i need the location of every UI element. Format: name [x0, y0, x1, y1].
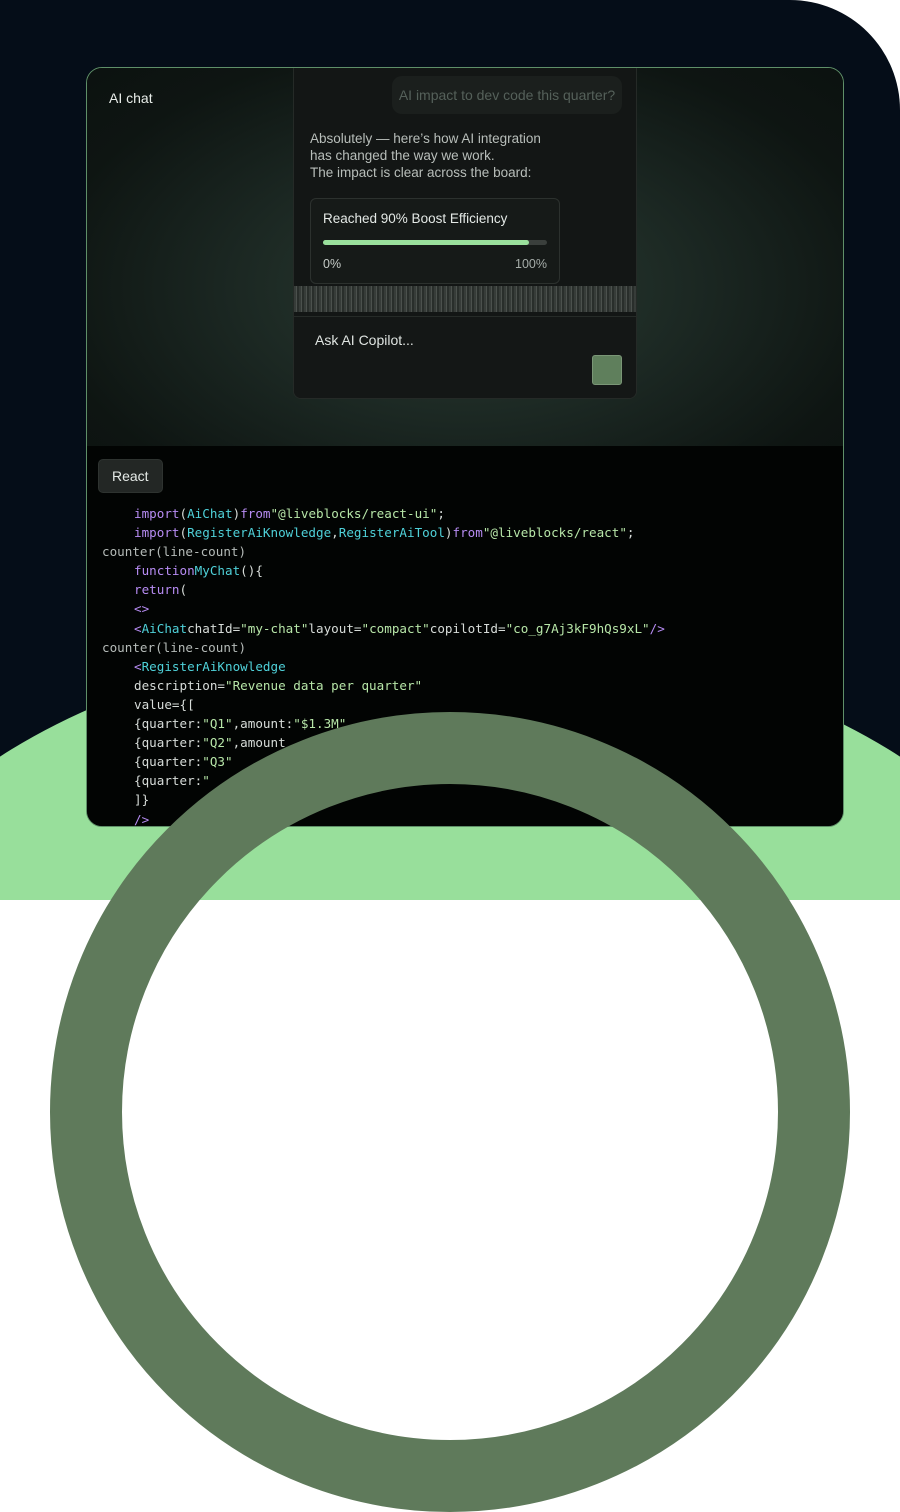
code-token: counter(line-count): [102, 639, 247, 655]
progress-min-label: 0%: [323, 257, 342, 271]
code-token: MyChat: [194, 563, 241, 579]
code-line: <RegisterAiKnowledge: [102, 657, 665, 676]
code-token: />: [649, 620, 665, 636]
user-message: AI impact to dev code this quarter?: [392, 76, 622, 114]
code-token: {quarter:: [134, 735, 203, 751]
code-token: RegisterAiKnowledge: [187, 525, 332, 541]
code-token: import: [134, 525, 180, 541]
code-token: "Q3": [202, 754, 233, 770]
reply-line: Absolutely — here’s how AI integration: [310, 131, 541, 146]
code-token: RegisterAiTool: [338, 525, 445, 541]
code-line: <>: [102, 599, 665, 618]
code-token: import: [134, 506, 180, 521]
chat-window: AI impact to dev code this quarter? Abso…: [293, 68, 637, 399]
code-token: (: [179, 582, 188, 598]
code-token: ;: [437, 506, 445, 521]
code-token: "co_g7Aj3kF9hQs9xL": [505, 620, 650, 636]
code-token: {quarter:: [134, 716, 203, 732]
code-token: AiChat: [187, 506, 233, 521]
code-token: AiChat: [141, 620, 188, 636]
code-token: (: [179, 525, 188, 541]
assistant-reply: Absolutely — here’s how AI integration h…: [310, 130, 620, 181]
code-line: counter(line-count): [102, 542, 665, 561]
composer[interactable]: Ask AI Copilot...: [294, 316, 636, 398]
code-token: <: [134, 658, 142, 674]
code-line: description="Revenue data per quarter": [102, 676, 665, 695]
progress-track: [323, 240, 547, 245]
code-token: "Q2": [202, 735, 233, 751]
code-line: <AiChatchatId="my-chat"layout="compact"c…: [102, 619, 665, 638]
progress-fill: [323, 240, 530, 245]
code-token: />: [134, 811, 150, 827]
code-token: "Revenue data per quarter": [225, 677, 423, 693]
code-token: ]}: [134, 792, 150, 808]
code-token: ,: [331, 525, 339, 541]
code-token: (){: [240, 563, 263, 579]
code-line: import(RegisterAiKnowledge,RegisterAiToo…: [102, 523, 665, 542]
send-icon[interactable]: [592, 355, 622, 385]
code-token: ,amount: [232, 735, 286, 751]
panel-title: AI chat: [109, 90, 153, 106]
code-token: "compact": [361, 620, 430, 636]
code-token: "@liveblocks/react": [482, 525, 627, 541]
fade-divider: [294, 286, 636, 312]
code-line: import(AiChat)from"@liveblocks/react-ui"…: [102, 504, 665, 523]
progress-label: Reached 90% Boost Efficiency: [323, 211, 508, 226]
code-token: RegisterAiKnowledge: [141, 658, 286, 674]
code-line: return(: [102, 580, 665, 599]
code-token: {quarter:: [134, 773, 203, 789]
code-token: <: [134, 620, 142, 636]
code-token: ;: [626, 525, 635, 541]
reply-line: has changed the way we work.: [310, 148, 495, 163]
progress-max-label: 100%: [515, 257, 547, 271]
code-token: {quarter:: [134, 754, 203, 770]
code-token: "Q1": [202, 716, 233, 732]
code-token: description=: [134, 677, 225, 693]
code-token: ,amount:: [232, 716, 294, 732]
code-token: return: [134, 582, 180, 598]
progress-card: Reached 90% Boost Efficiency 0% 100%: [310, 198, 560, 284]
code-token: copilotId=: [429, 620, 506, 636]
code-token: chatId=: [187, 620, 241, 636]
code-token: (: [179, 506, 188, 521]
tab-react[interactable]: React: [98, 459, 163, 493]
code-line: counter(line-count): [102, 638, 665, 657]
code-token: layout=: [308, 620, 362, 636]
code-token: "@liveblocks/react-ui": [270, 506, 438, 521]
code-token: ": [202, 773, 210, 789]
chat-preview-panel: AI chat AI impact to dev code this quart…: [87, 68, 843, 446]
code-token: <>: [134, 601, 150, 617]
code-token: ): [444, 525, 453, 541]
arc-ring-shape: [50, 712, 850, 1512]
code-token: from: [240, 506, 271, 521]
code-line: functionMyChat(){: [102, 561, 665, 580]
code-token: function: [134, 563, 195, 579]
code-token: counter(line-count): [102, 544, 247, 560]
code-token: value={[: [134, 696, 195, 712]
code-token: from: [452, 525, 483, 541]
code-token: "my-chat": [240, 620, 309, 636]
code-line: value={[: [102, 695, 665, 714]
composer-input[interactable]: Ask AI Copilot...: [315, 332, 414, 348]
reply-line: The impact is clear across the board:: [310, 165, 532, 180]
